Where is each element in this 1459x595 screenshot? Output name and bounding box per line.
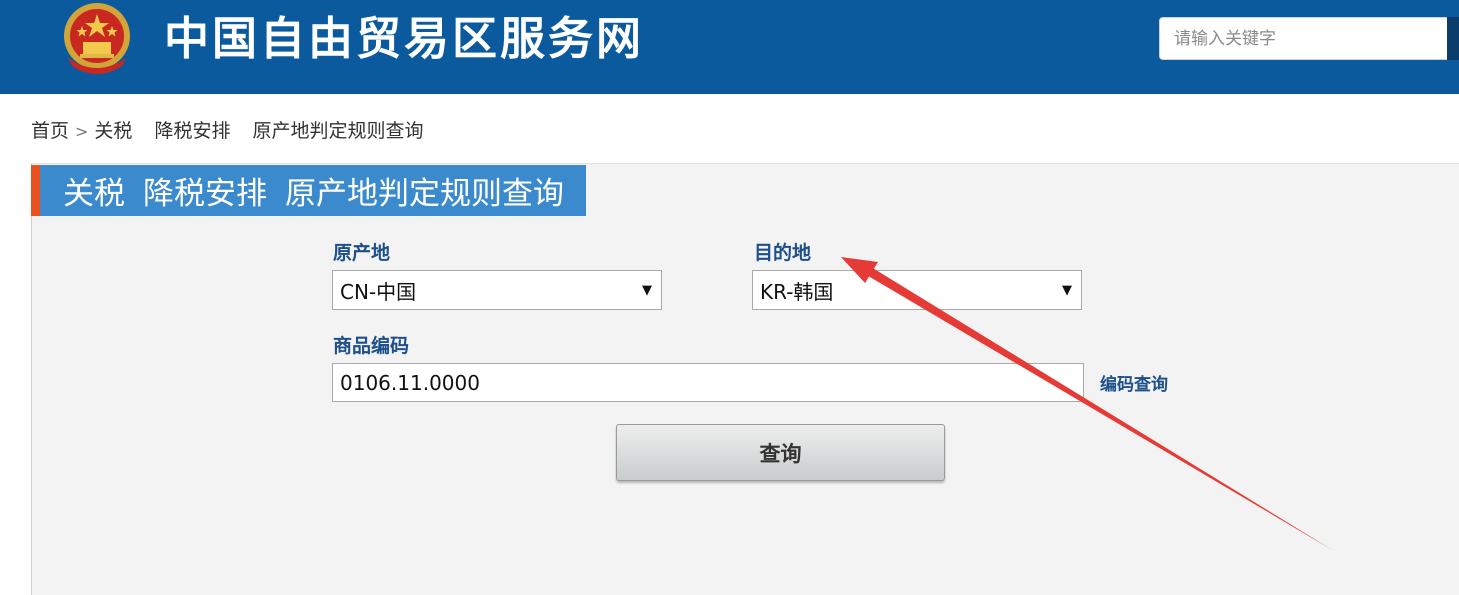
breadcrumb-item-tax-reduction[interactable]: 降税安排 — [154, 120, 230, 142]
breadcrumb-separator: > — [75, 122, 89, 141]
product-code-label: 商品编码 — [333, 335, 410, 357]
page-title-part: 原产地判定规则查询 — [285, 176, 564, 212]
search-button[interactable] — [1447, 17, 1459, 60]
page-title: 关税 降税安排 原产地判定规则查询 — [40, 168, 564, 213]
panel-heading-bar: 关税 降税安排 原产地判定规则查询 — [31, 165, 586, 216]
triangle-down-icon: ▼ — [1062, 282, 1072, 298]
destination-selected-value: KR-韩国 — [760, 279, 834, 304]
breadcrumb: 首页 > 关税 降税安排 原产地判定规则查询 — [31, 116, 423, 143]
query-button[interactable]: 查询 — [616, 424, 945, 481]
destination-select[interactable]: KR-韩国 ▼ — [752, 270, 1082, 310]
site-title: 中国自由贸易区服务网 — [164, 12, 645, 65]
origin-selected-value: CN-中国 — [340, 279, 417, 304]
triangle-down-icon: ▼ — [642, 282, 652, 298]
origin-select[interactable]: CN-中国 ▼ — [332, 270, 662, 310]
breadcrumb-item-tariff[interactable]: 关税 — [94, 120, 132, 142]
page-title-part: 关税 — [63, 176, 125, 212]
page-title-part: 降税安排 — [143, 176, 267, 212]
product-code-input[interactable] — [332, 363, 1084, 402]
breadcrumb-item-origin-rules[interactable]: 原产地判定规则查询 — [252, 120, 423, 142]
origin-label: 原产地 — [333, 242, 391, 264]
destination-label: 目的地 — [754, 242, 812, 264]
search-input[interactable] — [1159, 17, 1459, 60]
national-emblem-icon — [64, 3, 130, 74]
code-lookup-link[interactable]: 编码查询 — [1100, 370, 1168, 395]
site-header: 中国自由贸易区服务网 — [0, 0, 1459, 94]
breadcrumb-home[interactable]: 首页 — [31, 120, 69, 142]
